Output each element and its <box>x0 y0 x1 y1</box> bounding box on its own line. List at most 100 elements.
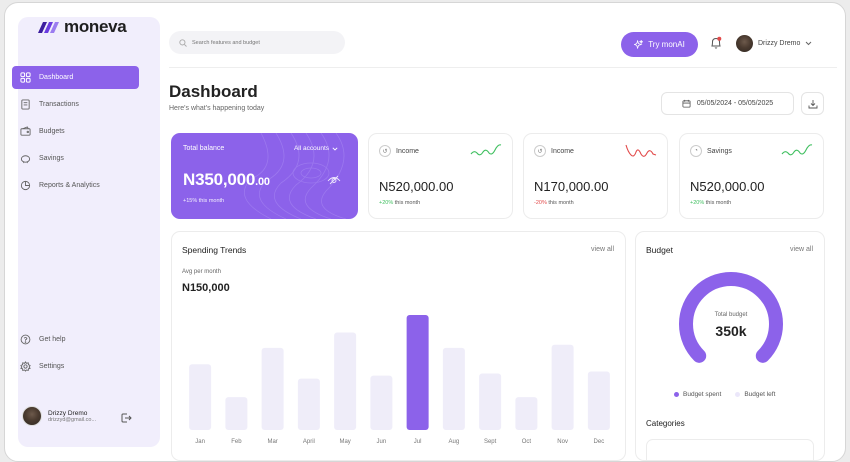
x-tick-label: Aug <box>449 439 460 445</box>
balance-change: +15% this month <box>183 198 225 204</box>
bar-jun[interactable] <box>370 375 393 430</box>
x-tick-label: Nov <box>557 439 568 445</box>
logo[interactable]: moneva <box>37 17 127 37</box>
header-user-menu[interactable]: Drizzy Dremo <box>736 35 812 52</box>
bell-icon[interactable] <box>710 36 722 50</box>
gauge-label: Total budget <box>714 312 748 318</box>
sidebar-user[interactable]: Drizzy Dremo drizzyd@gmail.co... <box>22 406 96 426</box>
balance-amount: N350,000.00 <box>183 170 270 190</box>
brand-name: moneva <box>64 17 127 36</box>
bar-jul[interactable] <box>406 315 429 430</box>
bar-nov[interactable] <box>551 344 574 430</box>
gear-icon <box>20 361 31 372</box>
search-icon <box>179 38 187 47</box>
piggy-bank-icon <box>20 155 31 164</box>
date-range-picker[interactable]: 05/05/2024 - 05/05/2025 <box>661 92 794 115</box>
budget-view-all-link[interactable]: view all <box>790 246 813 253</box>
x-tick-label: May <box>339 439 350 445</box>
bar-aug[interactable] <box>442 347 465 430</box>
stat-change: +20% this month <box>690 200 731 206</box>
legend-dot <box>735 391 741 397</box>
x-tick-label: Jul <box>414 439 422 445</box>
search-bar[interactable] <box>169 31 345 54</box>
calendar-icon <box>682 99 691 108</box>
bar-dec[interactable] <box>587 371 610 430</box>
stat-label: Income <box>396 147 419 155</box>
budget-card: Budget view all Total budget 350k Budget… <box>635 231 825 461</box>
download-button[interactable] <box>801 92 824 115</box>
search-input[interactable] <box>192 39 332 46</box>
x-tick-label: Dec <box>594 439 605 445</box>
stat-label: Income <box>551 147 574 155</box>
x-tick-label: April <box>303 439 315 445</box>
wallet-icon <box>20 126 31 136</box>
stat-change-text: this month <box>546 200 574 206</box>
legend-label: Budget left <box>744 391 776 398</box>
logo-icon <box>38 22 59 33</box>
stat-change-value: -20% <box>534 200 547 206</box>
x-tick-label: Feb <box>231 439 242 445</box>
sidebar-item-reports[interactable]: Reports & Analytics <box>12 174 139 197</box>
avatar <box>736 35 753 52</box>
savings-icon: ◔ <box>690 145 702 157</box>
sidebar-item-settings[interactable]: Settings <box>12 355 139 378</box>
legend-dot <box>674 391 679 397</box>
receipt-icon <box>21 99 30 110</box>
x-tick-label: Jun <box>377 439 387 445</box>
user-name: Drizzy Dremo <box>48 409 88 417</box>
page-title: Dashboard <box>169 82 258 101</box>
eye-off-icon[interactable] <box>327 175 341 185</box>
sidebar-item-get-help[interactable]: Get help <box>12 328 139 351</box>
bar-sept[interactable] <box>479 373 502 430</box>
stat-change: +20% this month <box>379 200 420 206</box>
bar-mar[interactable] <box>261 347 284 430</box>
sparkline-down <box>625 144 657 157</box>
budget-title: Budget <box>646 245 673 255</box>
sidebar-item-dashboard[interactable]: Dashboard <box>12 66 139 89</box>
category-item[interactable] <box>646 439 814 461</box>
avatar <box>22 406 42 426</box>
sidebar-item-label: Transactions <box>39 101 79 108</box>
bar-april[interactable] <box>297 378 320 430</box>
gauge-value: 350k <box>715 323 747 339</box>
bar-feb[interactable] <box>225 397 248 430</box>
x-tick-label: Jan <box>195 439 205 445</box>
bar-may[interactable] <box>334 332 357 430</box>
stat-label: Savings <box>707 147 732 155</box>
sidebar-item-label: Budgets <box>39 128 65 135</box>
stat-amount: N520,000.00 <box>379 179 454 194</box>
sparkline-up <box>470 144 502 156</box>
sidebar-item-transactions[interactable]: Transactions <box>12 93 139 116</box>
spending-bar-chart: Jan Feb Mar April May Jun Jul Aug Sept Oct Nov Dec <box>189 315 610 445</box>
stat-change-value: +20% <box>690 200 705 206</box>
sidebar-item-label: Settings <box>39 363 65 370</box>
sidebar-nav: Dashboard Transactions Budgets Savings R… <box>12 66 139 201</box>
sparkline-up <box>781 144 813 156</box>
income-icon: ↺ <box>379 145 391 157</box>
sidebar-item-label: Savings <box>39 155 64 162</box>
sparkle-icon <box>634 40 644 49</box>
accounts-dropdown[interactable]: All accounts <box>294 145 338 152</box>
help-icon <box>20 334 31 345</box>
try-monai-label: Try monAI <box>648 40 685 49</box>
app-window: moneva Dashboard Transactions Budgets Sa… <box>4 2 846 462</box>
income-card: ↺ Income N520,000.00 +20% this month <box>368 133 513 219</box>
spending-trends-card: Spending Trends view all Avg per month N… <box>171 231 626 461</box>
x-tick-label: Sept <box>484 439 497 445</box>
stat-change: -20% this month <box>534 200 574 206</box>
income-card-2: ↺ Income N170,000.00 -20% this month <box>523 133 668 219</box>
stat-change-text: this month <box>393 200 421 206</box>
try-monai-button[interactable]: Try monAI <box>621 32 698 57</box>
bar-jan[interactable] <box>189 364 212 430</box>
chevron-down-icon <box>806 41 812 46</box>
date-range-text: 05/05/2024 - 05/05/2025 <box>696 100 774 107</box>
legend-label: Budget spent <box>683 391 722 398</box>
bar-oct[interactable] <box>515 397 538 430</box>
savings-card: ◔ Savings N520,000.00 +20% this month <box>679 133 824 219</box>
logout-icon[interactable] <box>120 412 132 424</box>
stat-amount: N170,000.00 <box>534 179 609 194</box>
sidebar-item-savings[interactable]: Savings <box>12 147 139 170</box>
budget-legend: Budget spent Budget left <box>674 391 775 398</box>
sidebar-item-budgets[interactable]: Budgets <box>12 120 139 143</box>
sidebar-item-label: Reports & Analytics <box>39 182 100 189</box>
